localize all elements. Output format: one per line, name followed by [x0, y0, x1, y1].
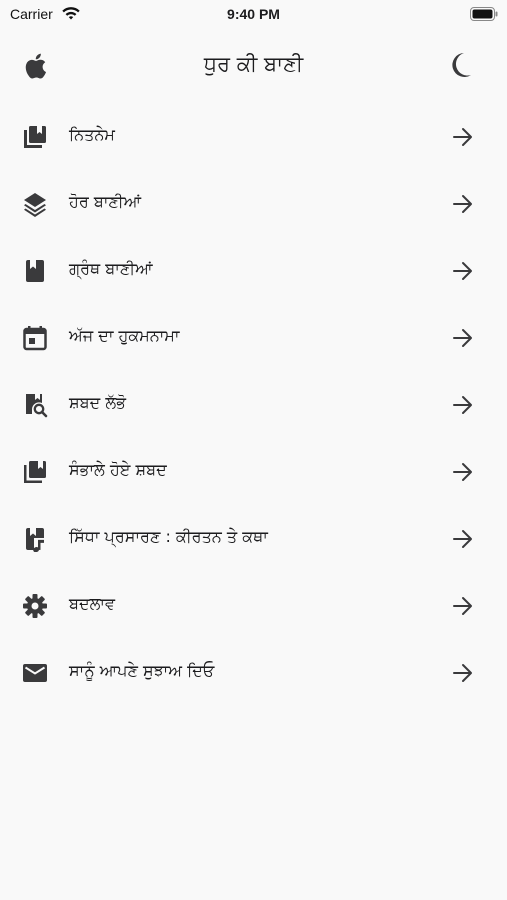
header: ਧੁਰ ਕੀ ਬਾਣੀ: [0, 40, 507, 90]
menu-item-label: ਸਾਨੂੰ ਆਪਣੇ ਸੁਝਾਅ ਦਿਓ: [69, 661, 215, 680]
menu-item-label: ਗ੍ਰੰਥ ਬਾਣੀਆਂ: [69, 259, 153, 278]
layers-icon: [22, 191, 48, 217]
library-bookmark-icon: [22, 459, 48, 485]
menu-item-shabad-labho[interactable]: ਸ਼ਬਦ ਲੱਭੋ: [0, 372, 507, 439]
menu-item-live-kirtan[interactable]: ਸਿੱਧਾ ਪ੍ਰਸਾਰਣ : ਕੀਰਤਨ ਤੇ ਕਥਾ: [0, 506, 507, 573]
arrow-right-icon: [452, 126, 474, 148]
arrow-right-icon: [452, 193, 474, 215]
arrow-right-icon: [452, 595, 474, 617]
moon-icon: [452, 53, 471, 77]
menu-item-label: ਹੋਰ ਬਾਣੀਆਂ: [69, 192, 142, 211]
menu-item-label: ਨਿਤਨੇਮ: [69, 125, 115, 144]
menu-item-label: ਬਦਲਾਵ: [69, 594, 115, 613]
menu-item-saved-shabads[interactable]: ਸੰਭਾਲੇ ਹੋਏ ਸ਼ਬਦ: [0, 439, 507, 506]
menu-item-label: ਸ਼ਬਦ ਲੱਭੋ: [69, 393, 126, 412]
calendar-icon: [22, 325, 48, 351]
menu-item-label: ਸਿੱਧਾ ਪ੍ਰਸਾਰਣ : ਕੀਰਤਨ ਤੇ ਕਥਾ: [69, 527, 268, 546]
mail-icon: [22, 660, 48, 686]
arrow-right-icon: [452, 260, 474, 282]
menu-item-granth-baniyan[interactable]: ਗ੍ਰੰਥ ਬਾਣੀਆਂ: [0, 238, 507, 305]
menu-item-nitnem[interactable]: ਨਿਤਨੇਮ: [0, 104, 507, 171]
book-music-icon: [22, 526, 48, 552]
menu-item-settings[interactable]: ਬਦਲਾਵ: [0, 573, 507, 640]
status-bar: Carrier 9:40 PM: [0, 0, 507, 30]
menu-item-label: ਅੱਜ ਦਾ ਹੁਕਮਨਾਮਾ: [69, 326, 180, 345]
arrow-right-icon: [452, 461, 474, 483]
page-title: ਧੁਰ ਕੀ ਬਾਣੀ: [203, 52, 304, 76]
clock: 9:40 PM: [227, 6, 280, 22]
menu-item-label: ਸੰਭਾਲੇ ਹੋਏ ਸ਼ਬਦ: [69, 460, 167, 479]
arrow-right-icon: [452, 662, 474, 684]
bookmark-book-icon: [22, 258, 48, 284]
menu-item-hukamnama[interactable]: ਅੱਜ ਦਾ ਹੁਕਮਨਾਮਾ: [0, 305, 507, 372]
dark-mode-toggle[interactable]: [449, 51, 477, 81]
book-search-icon: [22, 392, 48, 418]
gear-icon: [22, 593, 48, 619]
arrow-right-icon: [452, 528, 474, 550]
menu-item-feedback[interactable]: ਸਾਨੂੰ ਆਪਣੇ ਸੁਝਾਅ ਦਿਓ: [0, 640, 507, 707]
main-menu: ਨਿਤਨੇਮ ਹੋਰ ਬਾਣੀਆਂ ਗ੍ਰੰਥ ਬਾਣੀਆਂ ਅੱਜ ਦਾ ਹੁ…: [0, 104, 507, 707]
battery-icon: [470, 7, 498, 21]
book-icon: [22, 124, 48, 150]
arrow-right-icon: [452, 394, 474, 416]
menu-item-hor-baniyan[interactable]: ਹੋਰ ਬਾਣੀਆਂ: [0, 171, 507, 238]
arrow-right-icon: [452, 327, 474, 349]
